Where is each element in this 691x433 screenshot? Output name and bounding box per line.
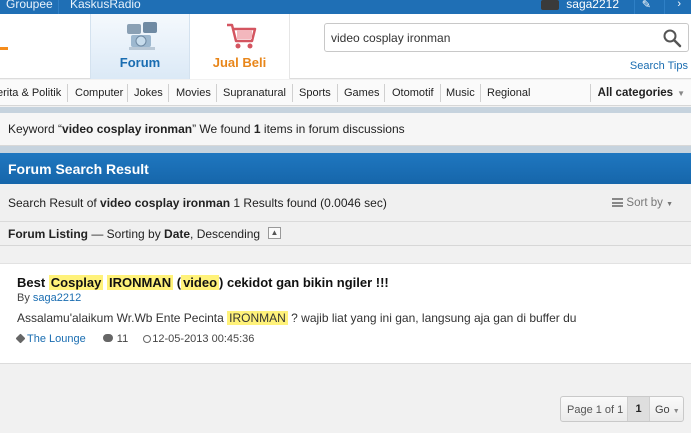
separator-band [0,146,691,153]
category-computer[interactable]: Computer [75,87,123,99]
thread-author: By saga2212 [17,292,82,304]
divider [292,84,293,102]
tag-icon [15,333,26,344]
chevron-icon[interactable]: › [677,0,681,10]
nav-tab-jual-beli[interactable]: Jual Beli [190,14,290,79]
forum-listing-bar: Forum Listing — Sorting by Date, Descend… [0,222,691,246]
divider [634,0,635,14]
shopping-cart-icon [227,23,257,49]
list-icon [612,198,624,207]
dropdown-arrow-icon: ▼ [672,408,680,415]
category-otomotif[interactable]: Otomotif [392,87,434,99]
comment-icon [102,334,113,342]
divider [216,84,217,102]
divider [384,84,385,102]
nav-tab-forum[interactable]: Forum [90,14,190,79]
search-input[interactable] [331,29,651,47]
search-tips-link[interactable]: Search Tips [630,60,688,72]
thread-title-link[interactable]: Best Cosplay IRONMAN (video) cekidot gan… [17,275,389,290]
keyword-text: Keyword “video cosplay ironman” We found… [8,122,405,136]
groupee-link[interactable]: Groupee [6,0,53,11]
section-title: Forum Search Result [8,161,149,177]
category-regional[interactable]: Regional [487,87,530,99]
header: Forum Jual Beli Search Tips [0,14,691,79]
page-info: Page 1 of 1 [567,404,624,416]
comment-count: 11 [102,333,128,345]
forum-label: Forum [119,55,161,70]
category-music[interactable]: Music [446,87,475,99]
clock-icon [143,335,152,343]
all-categories-dropdown[interactable]: All categories ▼ [598,87,685,99]
category-supranatural[interactable]: Supranatural [223,87,286,99]
category-bar: erita & Politik Computer Jokes Movies Su… [0,80,691,106]
category-jokes[interactable]: Jokes [134,87,163,99]
avatar[interactable] [541,0,559,10]
pagination: Page 1 of 1 1 Go ▼ [560,396,684,422]
keyword-summary: Keyword “video cosplay ironman” We found… [0,113,691,146]
kaskusradio-link[interactable]: KaskusRadio [70,0,141,11]
dropdown-arrow-icon: ▼ [677,89,685,98]
category-politik[interactable]: erita & Politik [0,87,61,99]
collapse-button[interactable]: ▲ [268,227,281,239]
divider [67,84,68,102]
dropdown-arrow-icon: ▼ [666,201,673,208]
result-summary: Search Result of video cosplay ironman 1… [0,184,691,222]
divider [480,84,481,102]
thread-date: 12-05-2013 00:45:36 [143,333,254,345]
forum-icon [127,22,157,50]
all-categories-label: All categories [597,87,674,99]
thread-excerpt: Assalamu'alaikum Wr.Wb Ente Pecinta IRON… [17,311,577,325]
divider [127,84,128,102]
divider [168,84,169,102]
thread-item: Best Cosplay IRONMAN (video) cekidot gan… [0,263,691,364]
divider [337,84,338,102]
go-dropdown[interactable]: Go ▼ [655,404,680,416]
divider [58,0,59,14]
forum-listing-text: Forum Listing — Sorting by Date, Descend… [8,227,261,241]
forum-search-result-header: Forum Search Result [0,153,691,184]
thread-meta: The Lounge 11 12-05-2013 00:45:36 [15,333,254,345]
author-link[interactable]: saga2212 [33,292,81,304]
forum-link[interactable]: The Lounge [27,333,86,345]
search-box [324,23,689,52]
result-summary-text: Search Result of video cosplay ironman 1… [8,196,387,210]
divider [440,84,441,102]
sort-by-dropdown[interactable]: Sort by ▼ [612,197,673,209]
category-sports[interactable]: Sports [299,87,331,99]
top-bar: Groupee KaskusRadio saga2212 ✎ › [0,0,691,14]
search-icon[interactable] [662,28,682,48]
divider [590,84,591,102]
username-link[interactable]: saga2212 [566,0,619,11]
divider [664,0,665,14]
category-movies[interactable]: Movies [176,87,211,99]
page-1-button[interactable]: 1 [627,397,650,421]
category-games[interactable]: Games [344,87,379,99]
sort-by-label: Sort by [626,197,663,209]
jual-beli-label: Jual Beli [212,55,267,70]
pencil-icon[interactable]: ✎ [642,0,651,11]
logo-fragment [0,47,8,50]
